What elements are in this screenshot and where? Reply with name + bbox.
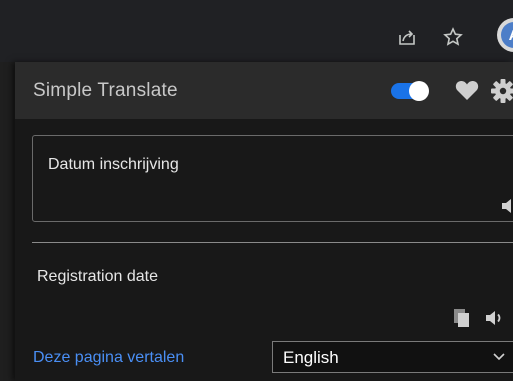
heart-icon[interactable] bbox=[455, 79, 479, 101]
translate-page-link[interactable]: Deze pagina vertalen bbox=[33, 349, 184, 367]
avatar-initial: A bbox=[501, 22, 513, 48]
source-text-area[interactable]: Datum inschrijving bbox=[32, 135, 513, 222]
popup-header: Simple Translate bbox=[15, 62, 513, 119]
copy-icon[interactable] bbox=[453, 308, 471, 328]
translate-popup: Simple Translate Datum inschrijving Regi… bbox=[15, 62, 513, 381]
translation-result: Registration date bbox=[37, 268, 158, 285]
target-language-select[interactable]: English bbox=[272, 341, 513, 373]
chevron-down-icon bbox=[493, 353, 505, 361]
gear-icon[interactable] bbox=[490, 78, 513, 104]
browser-toolbar: A bbox=[0, 0, 513, 62]
divider bbox=[32, 242, 513, 243]
speaker-icon[interactable] bbox=[501, 198, 513, 214]
source-text: Datum inschrijving bbox=[48, 156, 179, 173]
star-icon[interactable] bbox=[442, 26, 464, 48]
selected-language: English bbox=[283, 348, 339, 367]
enable-toggle[interactable] bbox=[391, 81, 429, 101]
speaker-icon[interactable] bbox=[485, 310, 507, 326]
popup-title: Simple Translate bbox=[33, 80, 178, 101]
share-icon[interactable] bbox=[396, 26, 418, 48]
toggle-knob bbox=[409, 81, 429, 101]
profile-avatar[interactable]: A bbox=[497, 18, 513, 52]
